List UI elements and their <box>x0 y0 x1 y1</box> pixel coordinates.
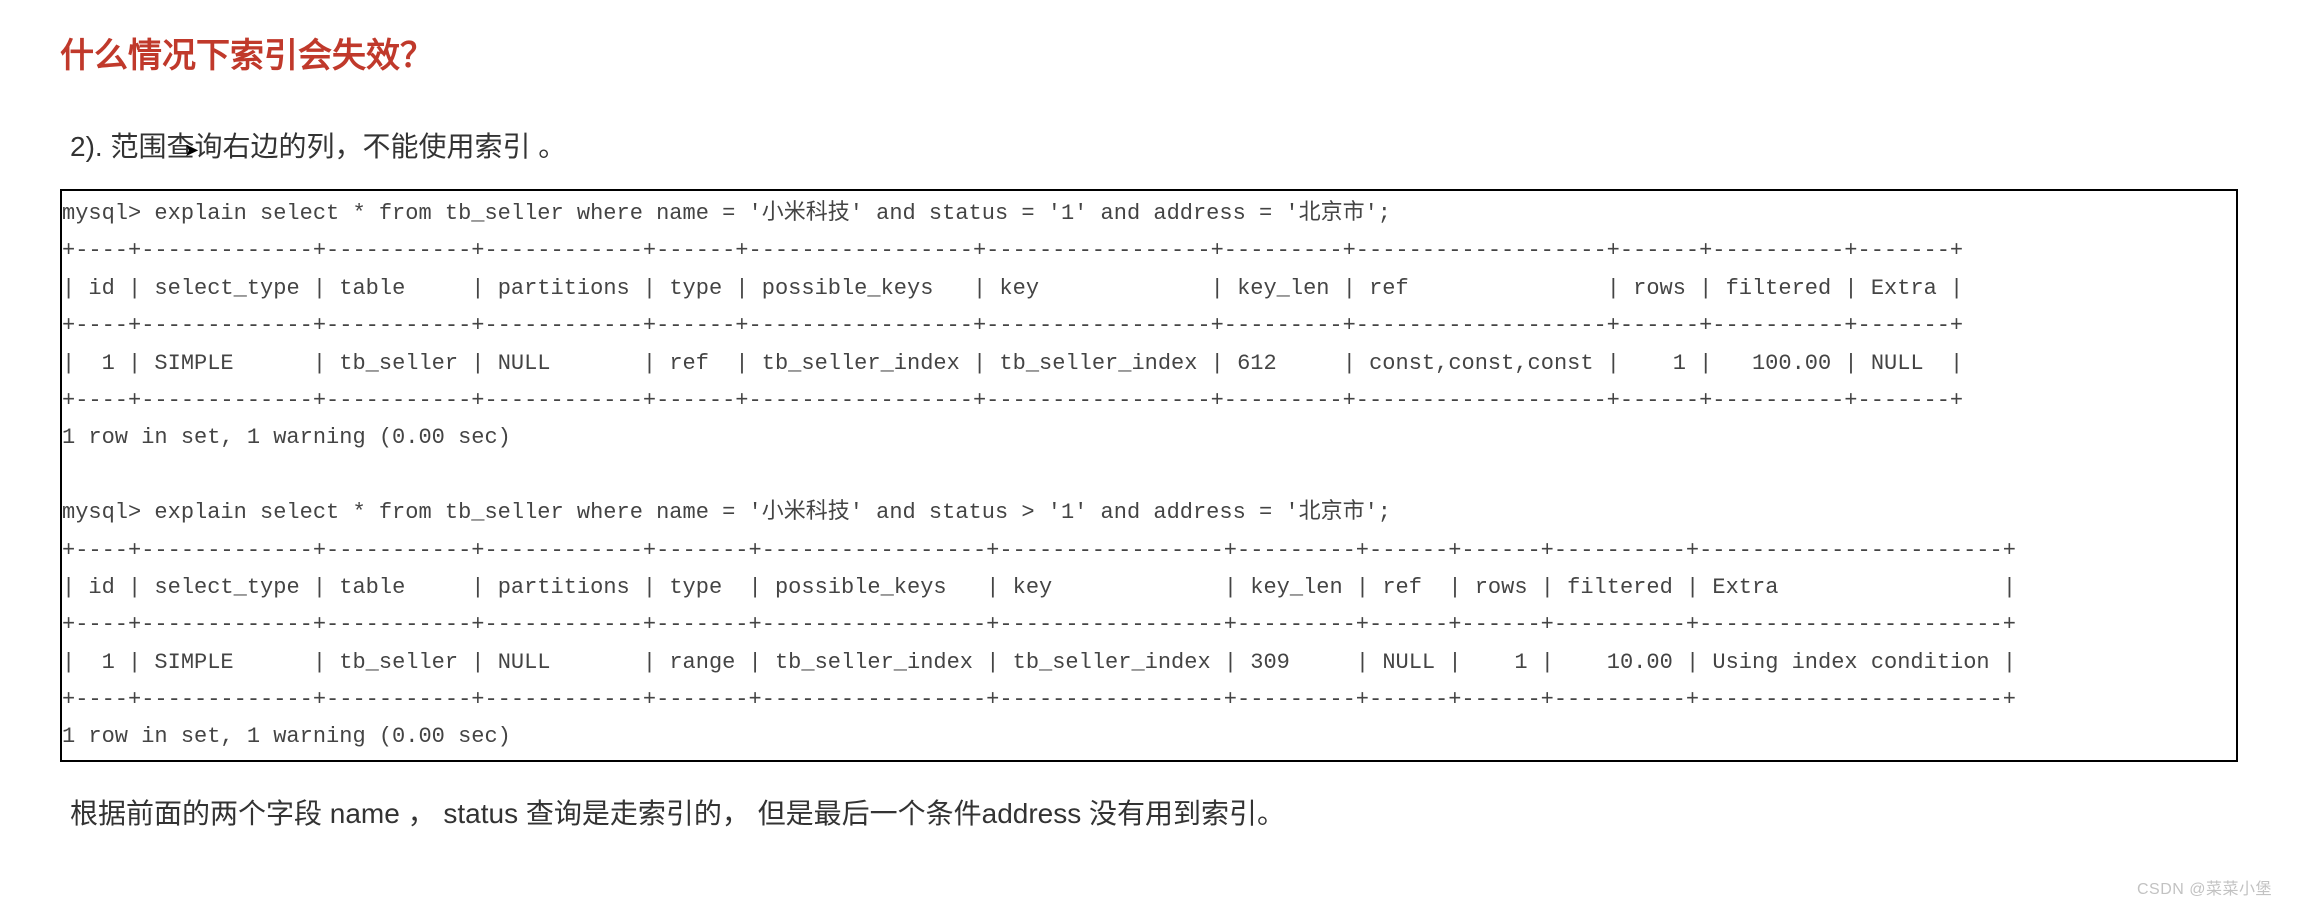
table-border: +----+-------------+-----------+--------… <box>62 382 2236 419</box>
table-border: +----+-------------+-----------+--------… <box>62 606 2236 643</box>
section-subtitle: 2). 范围查询右边的列，不能使用索引 。 <box>70 125 2242 165</box>
table-data-row-2: | 1 | SIMPLE | tb_seller | NULL | range … <box>62 644 2236 681</box>
table-header-row-2: | id | select_type | table | partitions … <box>62 569 2236 606</box>
table-header-row-1: | id | select_type | table | partitions … <box>62 270 2236 307</box>
table-border: +----+-------------+-----------+--------… <box>62 681 2236 718</box>
table-data-row-1: | 1 | SIMPLE | tb_seller | NULL | ref | … <box>62 345 2236 382</box>
table-border: +----+-------------+-----------+--------… <box>62 232 2236 269</box>
explanation-paragraph: 根据前面的两个字段 name ， status 查询是走索引的， 但是最后一个条… <box>70 792 2242 832</box>
watermark: CSDN @菜菜小堡 <box>2137 875 2272 899</box>
sql-output-box: mysql> explain select * from tb_seller w… <box>60 189 2238 762</box>
sql-prompt-2: mysql> explain select * from tb_seller w… <box>62 494 2236 531</box>
result-footer-2: 1 row in set, 1 warning (0.00 sec) <box>62 718 2236 755</box>
blank-line <box>62 457 2236 494</box>
page: 什么情况下索引会失效？ ➤ 2). 范围查询右边的列，不能使用索引 。 mysq… <box>0 0 2302 909</box>
table-border: +----+-------------+-----------+--------… <box>62 532 2236 569</box>
result-footer-1: 1 row in set, 1 warning (0.00 sec) <box>62 419 2236 456</box>
title-heading: 什么情况下索引会失效？ <box>60 28 2242 77</box>
sql-prompt-1: mysql> explain select * from tb_seller w… <box>62 195 2236 232</box>
table-border: +----+-------------+-----------+--------… <box>62 307 2236 344</box>
